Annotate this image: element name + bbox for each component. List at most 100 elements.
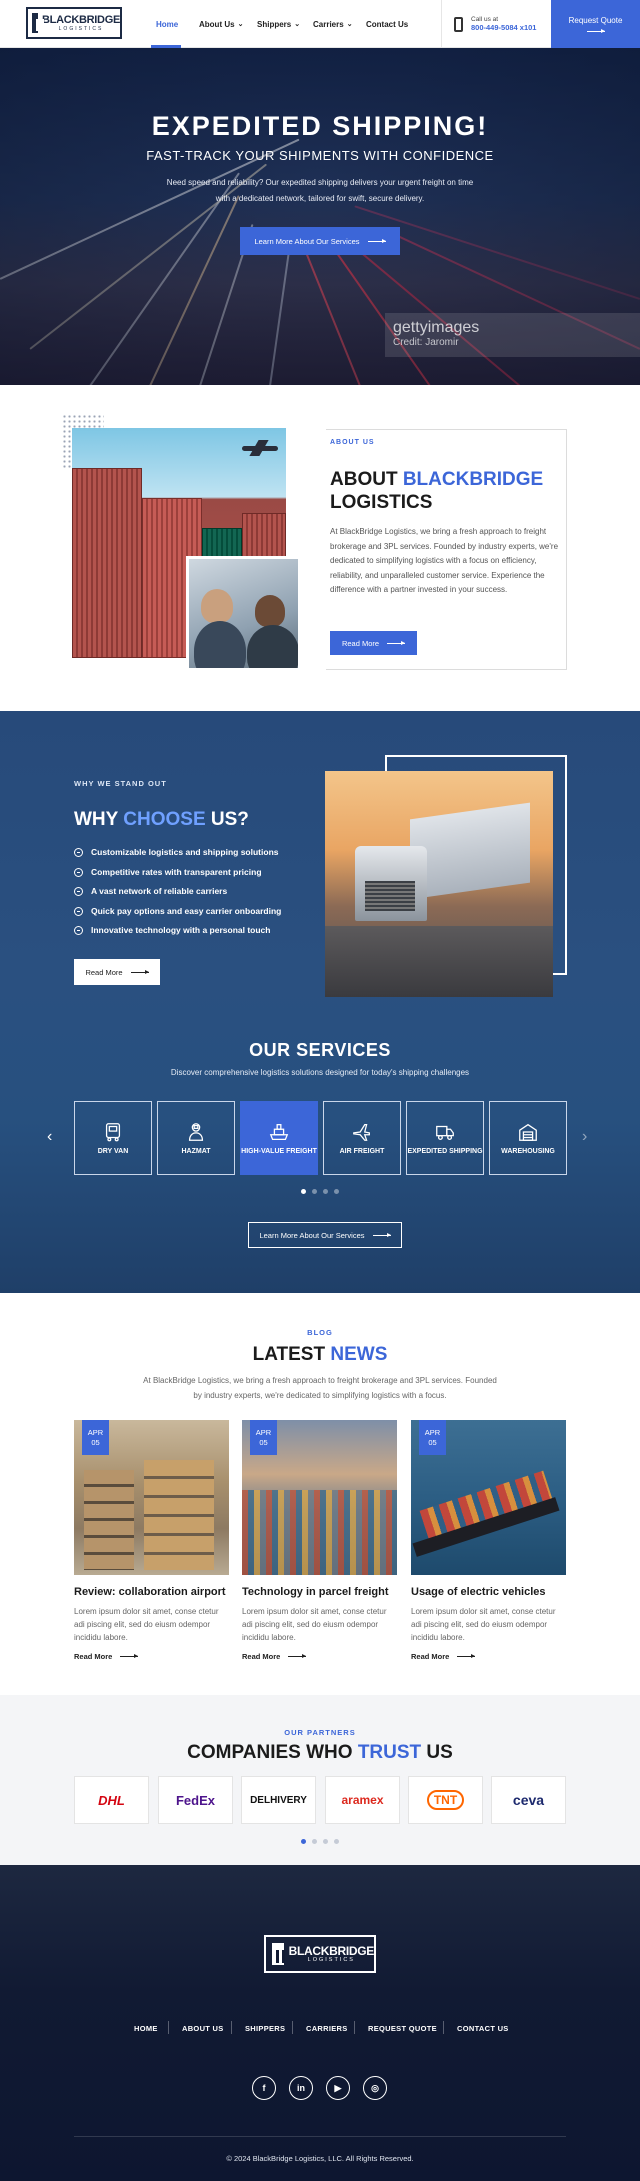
- about-heading-part: ABOUT: [330, 469, 403, 490]
- partner-logo-delhivery[interactable]: DELHIVERY: [241, 1776, 316, 1824]
- service-card-dry-van[interactable]: DRY VAN: [74, 1101, 152, 1175]
- service-label: DRY VAN: [97, 1148, 129, 1155]
- carousel-prev-icon[interactable]: ‹: [47, 1128, 52, 1146]
- post-month: APR: [255, 1428, 272, 1437]
- footer-logo-text: BLACKBRIDGE: [288, 1944, 375, 1958]
- service-label: WAREHOUSING: [501, 1148, 555, 1155]
- carousel-dot[interactable]: [334, 1189, 339, 1194]
- partners-heading-part: US: [421, 1742, 453, 1763]
- hero-subtitle: FAST-TRACK YOUR SHIPMENTS WITH CONFIDENC…: [146, 148, 494, 163]
- footer-nav-shippers[interactable]: SHIPPERS: [245, 2024, 285, 2033]
- hero-title: EXPEDITED SHIPPING!: [151, 111, 489, 141]
- service-card-air-freight[interactable]: AIR FREIGHT: [323, 1101, 401, 1175]
- partner-name: aramex: [341, 1793, 384, 1807]
- link-label: Read More: [74, 1652, 113, 1661]
- chevron-down-icon: ⌄: [346, 21, 353, 28]
- post-image-ship[interactable]: APR 05: [411, 1420, 566, 1575]
- service-card-hazmat[interactable]: HAZMAT: [157, 1101, 235, 1175]
- request-quote-button[interactable]: Request Quote: [551, 0, 640, 48]
- blog-heading-highlight: NEWS: [330, 1344, 388, 1365]
- footer-nav-request-quote[interactable]: REQUEST QUOTE: [368, 2024, 437, 2033]
- button-label: Read More: [341, 638, 380, 648]
- divider: [231, 2021, 232, 2034]
- post-day: 05: [91, 1438, 100, 1447]
- services-learn-more-button[interactable]: Learn More About Our Services: [248, 1222, 402, 1248]
- why-list-item: Competitive rates with transparent prici…: [74, 867, 262, 877]
- service-card-expedited-shipping[interactable]: EXPEDITED SHIPPING: [406, 1101, 484, 1175]
- post-read-more-link[interactable]: Read More: [74, 1652, 139, 1661]
- post-title[interactable]: Review: collaboration airport: [74, 1586, 226, 1598]
- partners-dot[interactable]: [323, 1839, 328, 1844]
- call-box[interactable]: Call us at 800-449-5084 x101: [441, 0, 551, 48]
- post-read-more-link[interactable]: Read More: [411, 1652, 476, 1661]
- why-list-item: Innovative technology with a personal to…: [74, 925, 270, 935]
- facebook-icon[interactable]: f: [252, 2076, 276, 2100]
- hero-services-button[interactable]: Learn More About Our Services: [240, 227, 400, 255]
- truck-image: [325, 771, 553, 997]
- arrow-right-icon: [120, 1654, 139, 1658]
- airplane-icon: [353, 1124, 370, 1141]
- youtube-icon[interactable]: ▶: [326, 2076, 350, 2100]
- footer-logo[interactable]: BLACKBRIDGE LOGISTICS: [264, 1935, 376, 1973]
- nav-shippers[interactable]: Shippers ⌄: [257, 0, 300, 48]
- footer-nav-carriers[interactable]: CARRIERS: [306, 2024, 348, 2033]
- partner-logo-aramex[interactable]: aramex: [325, 1776, 400, 1824]
- request-quote-label: Request Quote: [568, 16, 623, 25]
- service-card-high-value-freight[interactable]: HIGH-VALUE FREIGHT: [240, 1101, 318, 1175]
- service-card-warehousing[interactable]: WAREHOUSING: [489, 1101, 567, 1175]
- partners-heading-highlight: TRUST: [357, 1742, 422, 1763]
- nav-contact-us[interactable]: Contact Us: [366, 0, 408, 48]
- nav-label: Shippers: [257, 19, 292, 29]
- carousel-dot[interactable]: [312, 1189, 317, 1194]
- hero-button-label: Learn More About Our Services: [254, 236, 360, 246]
- check-circle-icon: [74, 847, 83, 857]
- about-heading: ABOUT BLACKBRIDGE LOGISTICS: [330, 468, 560, 514]
- post-title[interactable]: Technology in parcel freight: [242, 1586, 388, 1598]
- post-image-warehouse[interactable]: APR 05: [74, 1420, 229, 1575]
- nav-label: About Us: [199, 19, 235, 29]
- carousel-dot[interactable]: [323, 1189, 328, 1194]
- carousel-next-icon[interactable]: ›: [582, 1128, 587, 1146]
- divider: [292, 2021, 293, 2034]
- linkedin-icon[interactable]: in: [289, 2076, 313, 2100]
- partner-name: DELHIVERY: [250, 1794, 307, 1806]
- footer-nav-home[interactable]: HOME: [134, 2024, 158, 2033]
- post-read-more-link[interactable]: Read More: [242, 1652, 307, 1661]
- nav-carriers[interactable]: Carriers ⌄: [313, 0, 353, 48]
- partner-logo-fedex[interactable]: FedEx: [158, 1776, 233, 1824]
- partner-logo-ceva[interactable]: ceva: [491, 1776, 566, 1824]
- arrow-right-icon: [586, 29, 605, 33]
- partners-heading: COMPANIES WHO TRUST US: [0, 1742, 640, 1764]
- partner-name: FedEx: [175, 1792, 215, 1808]
- instagram-icon[interactable]: ◎: [363, 2076, 387, 2100]
- logo-mark-icon: [32, 13, 40, 33]
- partner-logo-dhl[interactable]: DHL: [74, 1776, 149, 1824]
- hazmat-suit-icon: [188, 1123, 204, 1141]
- chevron-down-icon: ⌄: [294, 21, 301, 28]
- why-read-more-button[interactable]: Read More: [74, 959, 160, 985]
- footer-nav-about-us[interactable]: ABOUT US: [182, 2024, 224, 2033]
- post-image-port[interactable]: APR 05: [242, 1420, 397, 1575]
- site-logo[interactable]: BLACKBRIDGE LOGISTICS: [26, 7, 122, 39]
- post-title[interactable]: Usage of electric vehicles: [411, 1586, 546, 1598]
- post-date-badge: APR 05: [250, 1420, 277, 1455]
- post-day: 05: [259, 1438, 268, 1447]
- why-item-text: A vast network of reliable carriers: [91, 886, 228, 896]
- post-excerpt: Lorem ipsum dolor sit amet, conse ctetur…: [411, 1607, 556, 1642]
- partners-dot[interactable]: [301, 1839, 306, 1844]
- nav-home[interactable]: Home: [156, 0, 178, 48]
- partner-logo-tnt[interactable]: TNT: [408, 1776, 483, 1824]
- about-read-more-button[interactable]: Read More: [330, 631, 417, 655]
- carousel-dot[interactable]: [301, 1189, 306, 1194]
- partners-dot[interactable]: [334, 1839, 339, 1844]
- about-heading-brand: BLACKBRIDGE: [402, 469, 544, 490]
- delivery-truck-icon: [436, 1125, 454, 1140]
- nav-about-us[interactable]: About Us ⌄: [199, 0, 243, 48]
- post-month: APR: [87, 1428, 104, 1437]
- call-number[interactable]: 800-449-5084 x101: [471, 23, 536, 32]
- arrow-right-icon: [130, 969, 149, 974]
- partners-dot[interactable]: [312, 1839, 317, 1844]
- footer-nav-contact-us[interactable]: CONTACT US: [457, 2024, 509, 2033]
- site-footer: [0, 1865, 640, 2181]
- ship-icon: [269, 1124, 289, 1140]
